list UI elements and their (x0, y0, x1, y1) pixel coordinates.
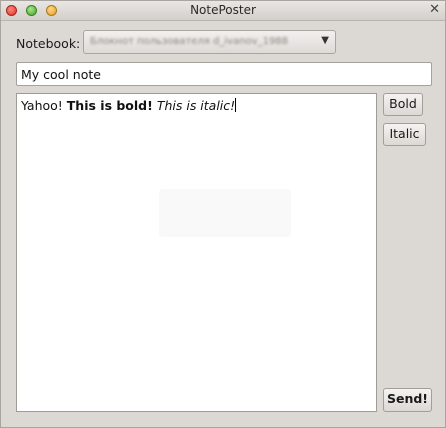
chevron-down-icon: ▼ (321, 35, 329, 46)
editor-plain-text: Yahoo! (21, 98, 67, 113)
title-bar: NotePoster ✕ (1, 1, 445, 21)
close-icon[interactable]: ✕ (429, 2, 440, 17)
editor-bold-text: This is bold! (66, 98, 153, 113)
note-poster-window: NotePoster ✕ Notebook: Блокнот пользоват… (0, 0, 446, 428)
notebook-select-value: Блокнот пользователя d_ivanov_1988 (90, 36, 289, 47)
note-editor[interactable]: Yahoo! This is bold! This is italic! (16, 93, 377, 412)
notebook-label: Notebook: (16, 36, 81, 51)
italic-button[interactable]: Italic (383, 123, 426, 146)
faint-overlay (159, 189, 291, 237)
editor-italic-text: This is italic! (156, 98, 236, 113)
text-caret (235, 98, 237, 112)
notebook-select[interactable]: Блокнот пользователя d_ivanov_1988 ▼ (83, 30, 336, 54)
note-title-input[interactable]: My cool note (16, 62, 432, 86)
send-button[interactable]: Send! (383, 388, 432, 412)
bold-button[interactable]: Bold (383, 93, 423, 116)
window-title: NotePoster (190, 3, 256, 17)
